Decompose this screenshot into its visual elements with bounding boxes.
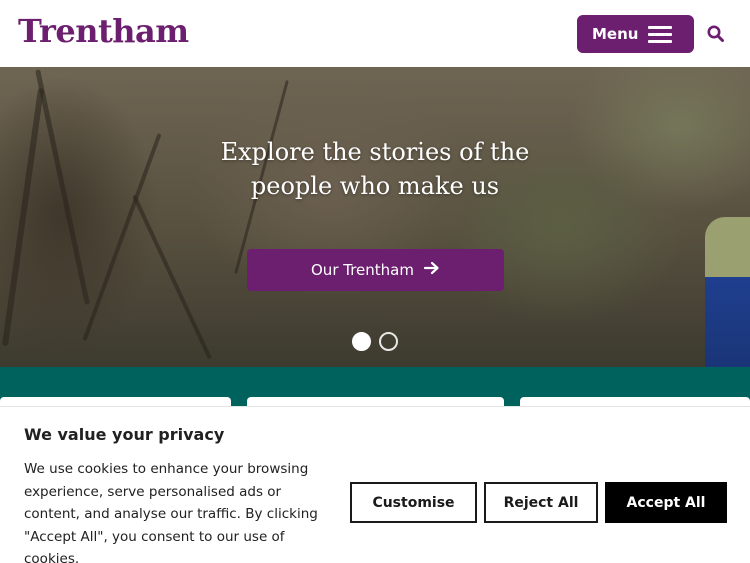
slide-indicators [352, 332, 400, 352]
reject-all-button[interactable]: Reject All [484, 482, 598, 523]
hero-person-figure [705, 217, 750, 367]
hero-title-line-2: people who make us [250, 172, 500, 200]
trentham-logo[interactable]: Trentham [18, 12, 189, 50]
hero-title-line-1: Explore the stories of the [220, 138, 530, 166]
slide-dot-1[interactable] [352, 332, 371, 351]
hero-branch [1, 87, 45, 347]
site-header: Trentham Menu [0, 0, 750, 67]
search-icon[interactable] [706, 24, 726, 44]
cookie-banner: We value your privacy We use cookies to … [0, 406, 750, 563]
hamburger-icon [648, 26, 672, 43]
menu-button-label: Menu [592, 25, 639, 43]
our-trentham-button-label: Our Trentham [311, 261, 414, 279]
hero-banner: Explore the stories of the people who ma… [0, 67, 750, 367]
customise-button[interactable]: Customise [350, 482, 477, 523]
arrow-right-icon [423, 261, 440, 279]
hero-branch [132, 194, 212, 360]
slide-dot-2[interactable] [379, 332, 398, 351]
cookie-description: We use cookies to enhance your browsing … [24, 461, 318, 563]
menu-button[interactable]: Menu [577, 15, 694, 53]
cookie-title: We value your privacy [24, 425, 225, 444]
our-trentham-button[interactable]: Our Trentham [247, 249, 504, 291]
accept-all-button[interactable]: Accept All [605, 482, 727, 523]
hero-title: Explore the stories of the people who ma… [0, 135, 750, 203]
